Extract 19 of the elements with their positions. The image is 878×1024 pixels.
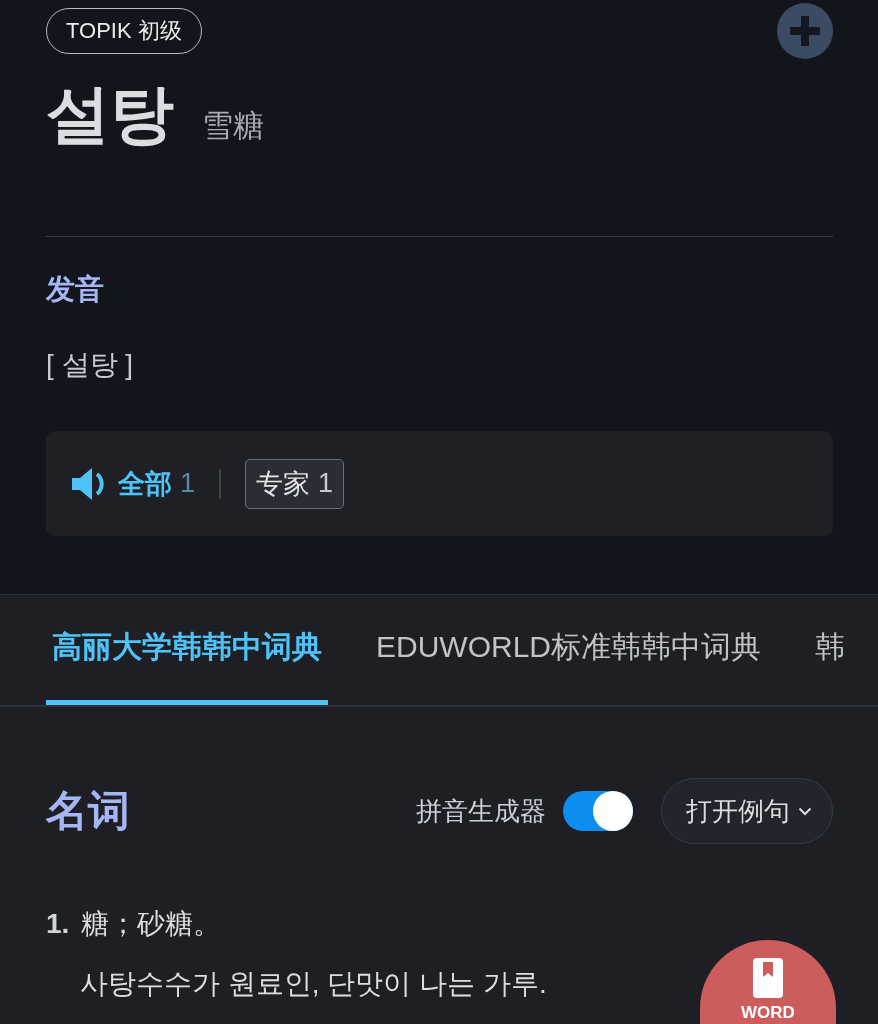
audio-filter[interactable]: 全部 1 bbox=[118, 458, 196, 509]
bookmark-book-icon bbox=[753, 958, 783, 998]
plus-icon bbox=[790, 16, 820, 46]
dictionary-tab[interactable]: EDUWORLD标准韩韩中词典 bbox=[370, 595, 767, 705]
part-of-speech: 名词 bbox=[46, 786, 130, 836]
audio-filter[interactable]: 专家 1 bbox=[245, 458, 345, 509]
toggle-label: 拼音生成器 bbox=[416, 794, 546, 828]
toggle-switch[interactable] bbox=[563, 791, 633, 831]
examples-button[interactable]: 打开例句 bbox=[661, 778, 833, 844]
section-heading: 发音 bbox=[46, 272, 104, 307]
pronunciation-text: [ 설탕 ] bbox=[46, 348, 134, 382]
chevron-down-icon bbox=[798, 806, 812, 816]
headword: 설탕 bbox=[46, 77, 174, 152]
dictionary-tab[interactable]: 高丽大学韩韩中词典 bbox=[46, 595, 328, 705]
sense-number: 1. bbox=[46, 907, 70, 941]
definition-korean: 사탕수수가 원료인, 단맛이 나는 가루. bbox=[80, 967, 547, 1001]
hanja-text: 雪糖 bbox=[202, 107, 264, 145]
definition-chinese: 糖；砂糖。 bbox=[81, 907, 222, 941]
dictionary-tab[interactable]: 韩 bbox=[809, 595, 851, 705]
